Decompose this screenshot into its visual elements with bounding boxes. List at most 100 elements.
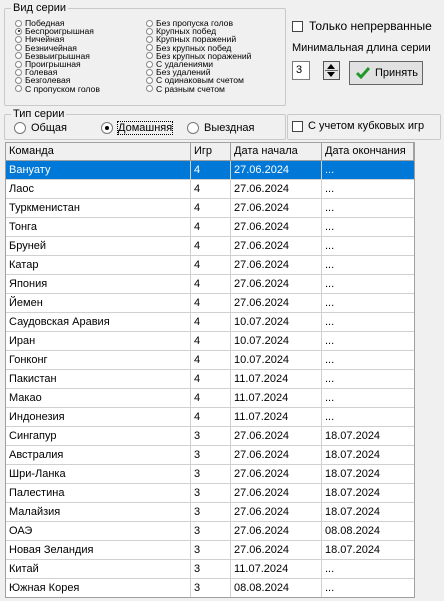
table-row[interactable]: ОАЭ 3 27.06.2024 08.08.2024 [6, 522, 414, 541]
table-row[interactable]: Палестина 3 27.06.2024 18.07.2024 [6, 484, 414, 503]
team-cell: Иран [6, 332, 191, 351]
team-cell: Палестина [6, 484, 191, 503]
series-type-radio[interactable] [146, 60, 153, 68]
table-row[interactable]: Малайзия 3 27.06.2024 18.07.2024 [6, 503, 414, 522]
table-row[interactable]: Индонезия 4 11.07.2024... [6, 408, 414, 427]
venue-option-total[interactable]: Общая [14, 122, 67, 134]
series-type-group: Вид серии Победная Беспроигрышная Ничейная… [4, 2, 286, 106]
start-date-cell: 27.06.2024 [231, 503, 322, 522]
series-type-radio[interactable] [146, 35, 153, 43]
start-date-cell: 08.08.2024 [231, 579, 322, 597]
series-type-radio[interactable] [15, 60, 22, 68]
min-length-input[interactable]: 3 [292, 61, 310, 80]
end-date-cell: 18.07.2024 [322, 503, 414, 522]
start-date-cell: 27.06.2024 [231, 465, 322, 484]
series-type-radio[interactable] [15, 35, 22, 43]
series-type-radio[interactable] [15, 76, 22, 84]
start-date-cell: 27.06.2024 [231, 446, 322, 465]
end-date-cell: ... [322, 275, 414, 294]
column-header-games[interactable]: Игр [191, 143, 231, 161]
series-type-radio[interactable] [15, 52, 22, 60]
series-type-radio[interactable] [146, 68, 153, 76]
table-row[interactable]: Лаос 4 27.06.2024... [6, 180, 414, 199]
uninterrupted-checkbox[interactable] [292, 21, 303, 32]
min-length-label: Минимальная длина серии [292, 42, 431, 54]
table-row[interactable]: Южная Корея 3 08.08.2024... [6, 579, 414, 597]
accept-button[interactable]: Принять [349, 61, 423, 85]
start-date-cell: 27.06.2024 [231, 256, 322, 275]
start-date-cell: 11.07.2024 [231, 370, 322, 389]
series-type-option[interactable]: С пропуском голов [15, 83, 100, 94]
table-row[interactable]: Йемен 4 27.06.2024... [6, 294, 414, 313]
venue-option-away[interactable]: Выездная [187, 122, 255, 134]
series-type-radio[interactable] [15, 68, 22, 76]
column-header-team[interactable]: Команда [6, 143, 191, 161]
end-date-cell: ... [322, 370, 414, 389]
team-cell: Бруней [6, 237, 191, 256]
table-row[interactable]: Катар 4 27.06.2024... [6, 256, 414, 275]
table-row[interactable]: Новая Зеландия 3 27.06.2024 18.07.2024 [6, 541, 414, 560]
games-cell: 4 [191, 294, 231, 313]
start-date-cell: 27.06.2024 [231, 218, 322, 237]
series-type-radio[interactable] [15, 85, 22, 93]
games-cell: 3 [191, 465, 231, 484]
table-row[interactable]: Бруней 4 27.06.2024... [6, 237, 414, 256]
table-row[interactable]: Австралия 3 27.06.2024 18.07.2024 [6, 446, 414, 465]
table-row[interactable]: Пакистан 4 11.07.2024... [6, 370, 414, 389]
venue-option-home[interactable]: Домашняя [101, 121, 174, 135]
table-row[interactable]: Япония 4 27.06.2024... [6, 275, 414, 294]
venue-title: Тип серии [11, 108, 67, 120]
table-row[interactable]: Сингапур 3 27.06.2024 18.07.2024 [6, 427, 414, 446]
series-type-radio[interactable] [146, 27, 153, 35]
column-header-end-date[interactable]: Дата окончания [322, 143, 414, 161]
series-type-radio[interactable] [15, 19, 22, 27]
column-header-start-date[interactable]: Дата начала [231, 143, 322, 161]
cup-games-checkbox[interactable] [292, 121, 303, 132]
venue-radio-total[interactable] [14, 122, 26, 134]
table-row[interactable]: Тонга 4 27.06.2024... [6, 218, 414, 237]
series-type-radio[interactable] [146, 85, 153, 93]
team-cell: Сингапур [6, 427, 191, 446]
team-cell: Австралия [6, 446, 191, 465]
table-row[interactable]: Туркменистан 4 27.06.2024... [6, 199, 414, 218]
team-cell: ОАЭ [6, 522, 191, 541]
start-date-cell: 10.07.2024 [231, 351, 322, 370]
series-type-radio[interactable] [146, 44, 153, 52]
games-cell: 4 [191, 180, 231, 199]
table-row[interactable]: Шри-Ланка 3 27.06.2024 18.07.2024 [6, 465, 414, 484]
end-date-cell: ... [322, 180, 414, 199]
table-row[interactable]: Гонконг 4 10.07.2024... [6, 351, 414, 370]
end-date-cell: 08.08.2024 [322, 522, 414, 541]
games-cell: 4 [191, 199, 231, 218]
end-date-cell: ... [322, 560, 414, 579]
games-cell: 3 [191, 446, 231, 465]
series-type-radio[interactable] [146, 76, 153, 84]
venue-radio-home[interactable] [101, 122, 113, 134]
series-type-radio[interactable] [146, 52, 153, 60]
table-row[interactable]: Саудовская Аравия 4 10.07.2024... [6, 313, 414, 332]
games-cell: 4 [191, 161, 231, 180]
end-date-cell: ... [322, 579, 414, 597]
series-type-radio[interactable] [15, 44, 22, 52]
end-date-cell: 18.07.2024 [322, 465, 414, 484]
series-type-label: С пропуском голов [25, 83, 100, 94]
start-date-cell: 11.07.2024 [231, 408, 322, 427]
series-type-option[interactable]: С разным счетом [146, 84, 251, 93]
table-row[interactable]: Макао 4 11.07.2024... [6, 389, 414, 408]
series-type-radio[interactable] [15, 27, 22, 35]
end-date-cell: ... [322, 199, 414, 218]
team-cell: Япония [6, 275, 191, 294]
venue-radio-away[interactable] [187, 122, 199, 134]
series-type-radio[interactable] [146, 19, 153, 27]
team-cell: Гонконг [6, 351, 191, 370]
spinner-arrows-icon[interactable] [323, 61, 340, 80]
team-cell: Тонга [6, 218, 191, 237]
cup-games-label: С учетом кубковых игр [308, 120, 425, 132]
start-date-cell: 10.07.2024 [231, 313, 322, 332]
games-cell: 3 [191, 427, 231, 446]
start-date-cell: 11.07.2024 [231, 560, 322, 579]
table-row[interactable]: Иран 4 10.07.2024... [6, 332, 414, 351]
table-row[interactable]: Вануату 4 27.06.2024... [6, 161, 414, 180]
table-row[interactable]: Китай 3 11.07.2024... [6, 560, 414, 579]
end-date-cell: 18.07.2024 [322, 446, 414, 465]
